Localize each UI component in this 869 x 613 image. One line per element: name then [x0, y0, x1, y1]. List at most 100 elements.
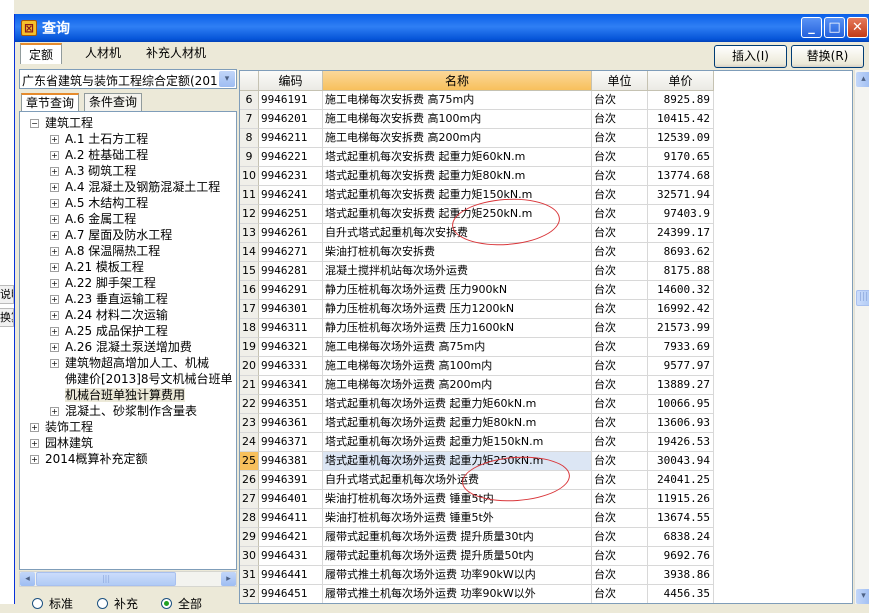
- expand-icon[interactable]: +: [50, 295, 59, 304]
- table-row[interactable]: 11 9946241 塔式起重机每次安拆费 起重力矩150kN.m 台次 32571.9…: [240, 186, 852, 205]
- cell-rn[interactable]: 26: [240, 471, 259, 490]
- table-row[interactable]: 23 9946361 塔式起重机每次场外运费 起重力矩80kN.m 台次 13606.9…: [240, 414, 852, 433]
- cell-rn[interactable]: 14: [240, 243, 259, 262]
- close-button[interactable]: ✕: [847, 17, 868, 38]
- cell-rn[interactable]: 23: [240, 414, 259, 433]
- cell-rn[interactable]: 25: [240, 452, 259, 471]
- table-row[interactable]: 31 9946441 履带式推土机每次场外运费 功率90kW以内 台次 3938.86: [240, 566, 852, 585]
- cell-rn[interactable]: 16: [240, 281, 259, 300]
- expand-icon[interactable]: +: [50, 151, 59, 160]
- cell-rn[interactable]: 21: [240, 376, 259, 395]
- tree-node[interactable]: + 混凝土、砂浆制作含量表: [50, 403, 197, 419]
- table-row[interactable]: 6 9946191 施工电梯每次安拆费 高75m内 台次 8925.89: [240, 91, 852, 110]
- scroll-left-icon[interactable]: ◂: [20, 572, 35, 586]
- header-price[interactable]: 单价: [648, 71, 714, 91]
- replace-button[interactable]: 替换(R): [791, 45, 864, 68]
- header-code[interactable]: 编码: [259, 71, 323, 91]
- cell-rn[interactable]: 30: [240, 547, 259, 566]
- cell-rn[interactable]: 10: [240, 167, 259, 186]
- tab-condition-query[interactable]: 条件查询: [84, 93, 143, 111]
- tree-node[interactable]: + A.24 材料二次运输: [50, 307, 168, 323]
- horizontal-scrollbar[interactable]: ◂ ||| ▸: [19, 571, 237, 587]
- table-row[interactable]: 19 9946321 施工电梯每次场外运费 高75m内 台次 7933.69: [240, 338, 852, 357]
- scroll-up-icon[interactable]: ▴: [856, 72, 869, 87]
- table-row[interactable]: 13 9946261 自升式塔式起重机每次安拆费 台次 24399.17: [240, 224, 852, 243]
- header-name[interactable]: 名称: [323, 71, 592, 91]
- header-unit[interactable]: 单位: [592, 71, 648, 91]
- table-row[interactable]: 20 9946331 施工电梯每次场外运费 高100m内 台次 9577.97: [240, 357, 852, 376]
- cell-rn[interactable]: 11: [240, 186, 259, 205]
- scroll-down-icon[interactable]: ▾: [856, 589, 869, 604]
- minimize-button[interactable]: _: [801, 17, 822, 38]
- cell-rn[interactable]: 32: [240, 585, 259, 603]
- table-row[interactable]: 9 9946221 塔式起重机每次安拆费 起重力矩60kN.m 台次 9170.65: [240, 148, 852, 167]
- quota-library-select[interactable]: 广东省建筑与装饰工程综合定额(201 ▾: [19, 69, 237, 89]
- table-row[interactable]: 26 9946391 自升式塔式起重机每次场外运费 台次 24041.25: [240, 471, 852, 490]
- expand-icon[interactable]: +: [50, 407, 59, 416]
- expand-icon[interactable]: +: [30, 423, 39, 432]
- expand-icon[interactable]: +: [50, 231, 59, 240]
- cell-rn[interactable]: 15: [240, 262, 259, 281]
- tree-node[interactable]: + A.5 木结构工程: [50, 195, 148, 211]
- table-row[interactable]: 16 9946291 静力压桩机每次场外运费 压力900kN 台次 14600.32: [240, 281, 852, 300]
- title-bar[interactable]: ⊠ 查询 _ □ ✕: [15, 14, 869, 42]
- table-row[interactable]: 27 9946401 柴油打桩机每次场外运费 锤重5t内 台次 11915.26: [240, 490, 852, 509]
- scroll-right-icon[interactable]: ▸: [221, 572, 236, 586]
- expand-icon[interactable]: +: [50, 215, 59, 224]
- cell-rn[interactable]: 22: [240, 395, 259, 414]
- table-row[interactable]: 12 9946251 塔式起重机每次安拆费 起重力矩250kN.m 台次 97403.9: [240, 205, 852, 224]
- tree-node[interactable]: + A.6 金属工程: [50, 211, 136, 227]
- table-row[interactable]: 32 9946451 履带式推土机每次场外运费 功率90kW以外 台次 4456.35: [240, 585, 852, 603]
- cell-rn[interactable]: 13: [240, 224, 259, 243]
- tree-node[interactable]: + A.25 成品保护工程: [50, 323, 168, 339]
- cell-rn[interactable]: 24: [240, 433, 259, 452]
- tree-node[interactable]: + A.8 保温隔热工程: [50, 243, 160, 259]
- collapse-icon[interactable]: −: [30, 119, 39, 128]
- cell-rn[interactable]: 17: [240, 300, 259, 319]
- scrollbar-thumb[interactable]: |||: [856, 290, 869, 306]
- cell-rn[interactable]: 12: [240, 205, 259, 224]
- table-row[interactable]: 29 9946421 履带式起重机每次场外运费 提升质量30t内 台次 6838.24: [240, 528, 852, 547]
- cell-rn[interactable]: 20: [240, 357, 259, 376]
- tree-node[interactable]: + A.23 垂直运输工程: [50, 291, 168, 307]
- expand-icon[interactable]: +: [50, 327, 59, 336]
- expand-icon[interactable]: +: [50, 167, 59, 176]
- table-row[interactable]: 18 9946311 静力压桩机每次场外运费 压力1600kN 台次 21573.99: [240, 319, 852, 338]
- table-row[interactable]: 30 9946431 履带式起重机每次场外运费 提升质量50t内 台次 9692.76: [240, 547, 852, 566]
- expand-icon[interactable]: +: [50, 343, 59, 352]
- tree-node[interactable]: + A.4 混凝土及钢筋混凝土工程: [50, 179, 220, 195]
- table-row[interactable]: 17 9946301 静力压桩机每次场外运费 压力1200kN 台次 16992.42: [240, 300, 852, 319]
- insert-button[interactable]: 插入(I): [714, 45, 787, 68]
- table-row[interactable]: 25 9946381 塔式起重机每次场外运费 起重力矩250kN.m 台次 30043.…: [240, 452, 852, 471]
- tree-node[interactable]: + A.2 桩基础工程: [50, 147, 148, 163]
- table-row[interactable]: 21 9946341 施工电梯每次场外运费 高200m内 台次 13889.27: [240, 376, 852, 395]
- tree-node[interactable]: 机械台班单独计算费用: [65, 387, 186, 403]
- tree-node[interactable]: + A.22 脚手架工程: [50, 275, 156, 291]
- tree-node[interactable]: + 园林建筑: [30, 435, 93, 451]
- header-rownum[interactable]: [240, 71, 259, 91]
- expand-icon[interactable]: +: [50, 279, 59, 288]
- maximize-button[interactable]: □: [824, 17, 845, 38]
- expand-icon[interactable]: +: [50, 199, 59, 208]
- tab-chapter-query[interactable]: 章节查询: [21, 93, 80, 111]
- cell-rn[interactable]: 7: [240, 110, 259, 129]
- tab-quota[interactable]: 定额: [20, 43, 63, 64]
- expand-icon[interactable]: +: [50, 247, 59, 256]
- tree-node[interactable]: + A.3 砌筑工程: [50, 163, 136, 179]
- scrollbar-thumb[interactable]: |||: [36, 572, 176, 586]
- table-row[interactable]: 7 9946201 施工电梯每次安拆费 高100m内 台次 10415.42: [240, 110, 852, 129]
- tree-node[interactable]: + 装饰工程: [30, 419, 93, 435]
- table-row[interactable]: 28 9946411 柴油打桩机每次场外运费 锤重5t外 台次 13674.55: [240, 509, 852, 528]
- tree-node[interactable]: + A.1 土石方工程: [50, 131, 148, 147]
- chevron-down-icon[interactable]: ▾: [219, 71, 235, 87]
- expand-icon[interactable]: +: [50, 311, 59, 320]
- expand-icon[interactable]: +: [50, 183, 59, 192]
- expand-icon[interactable]: +: [50, 135, 59, 144]
- cell-rn[interactable]: 19: [240, 338, 259, 357]
- cell-rn[interactable]: 9: [240, 148, 259, 167]
- cell-rn[interactable]: 18: [240, 319, 259, 338]
- tree-node[interactable]: + A.21 模板工程: [50, 259, 144, 275]
- table-row[interactable]: 24 9946371 塔式起重机每次场外运费 起重力矩150kN.m 台次 19426.…: [240, 433, 852, 452]
- cell-rn[interactable]: 28: [240, 509, 259, 528]
- table-row[interactable]: 14 9946271 柴油打桩机每次安拆费 台次 8693.62: [240, 243, 852, 262]
